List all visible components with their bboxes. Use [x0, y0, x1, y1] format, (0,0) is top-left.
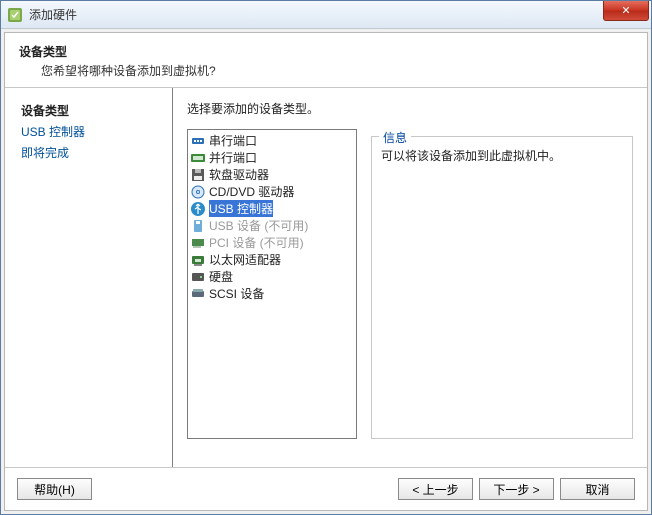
wizard-step-1[interactable]: USB 控制器: [21, 121, 164, 142]
floppy-drive-icon: [190, 167, 206, 183]
cd-dvd-drive-icon: [190, 184, 206, 200]
scsi-device-icon: [190, 286, 206, 302]
device-item-label: 以太网适配器: [209, 251, 281, 268]
next-button[interactable]: 下一步 >: [479, 478, 554, 500]
device-item-usb-controller[interactable]: USB 控制器: [188, 200, 356, 217]
device-item-pci-device: PCI 设备 (不可用): [188, 234, 356, 251]
cancel-button[interactable]: 取消: [560, 478, 635, 500]
device-item-scsi-device[interactable]: SCSI 设备: [188, 285, 356, 302]
device-item-parallel-port[interactable]: 并行端口: [188, 149, 356, 166]
device-item-cd-dvd-drive[interactable]: CD/DVD 驱动器: [188, 183, 356, 200]
app-icon: [7, 7, 23, 23]
parallel-port-icon: [190, 150, 206, 166]
ethernet-adapter-icon: [190, 252, 206, 268]
device-item-usb-device: USB 设备 (不可用): [188, 217, 356, 234]
device-item-ethernet-adapter[interactable]: 以太网适配器: [188, 251, 356, 268]
help-button[interactable]: 帮助(H): [17, 478, 92, 500]
device-item-label: SCSI 设备: [209, 285, 264, 302]
device-item-hard-disk[interactable]: 硬盘: [188, 268, 356, 285]
page-subheading: 您希望将哪种设备添加到虚拟机?: [41, 62, 633, 79]
wizard-steps-sidebar: 设备类型USB 控制器即将完成: [5, 88, 173, 467]
panels-row: 串行端口并行端口软盘驱动器CD/DVD 驱动器USB 控制器USB 设备 (不可…: [187, 129, 633, 457]
close-button[interactable]: ✕: [603, 1, 649, 21]
wizard-footer: 帮助(H) < 上一步 下一步 > 取消: [5, 467, 647, 510]
window-title: 添加硬件: [29, 6, 77, 23]
device-item-label: 串行端口: [209, 132, 257, 149]
device-item-floppy-drive[interactable]: 软盘驱动器: [188, 166, 356, 183]
pci-device-icon: [190, 235, 206, 251]
device-item-label: 硬盘: [209, 268, 233, 285]
back-button[interactable]: < 上一步: [398, 478, 473, 500]
device-item-label: USB 设备 (不可用): [209, 217, 308, 234]
wizard-header: 设备类型 您希望将哪种设备添加到虚拟机?: [5, 33, 647, 88]
device-item-label: PCI 设备 (不可用): [209, 234, 304, 251]
device-item-serial-port[interactable]: 串行端口: [188, 132, 356, 149]
instruction-text: 选择要添加的设备类型。: [187, 100, 633, 117]
device-item-label: 软盘驱动器: [209, 166, 269, 183]
device-item-label: 并行端口: [209, 149, 257, 166]
hard-disk-icon: [190, 269, 206, 285]
wizard-step-0: 设备类型: [21, 100, 164, 121]
close-icon: ✕: [621, 4, 630, 17]
device-type-list[interactable]: 串行端口并行端口软盘驱动器CD/DVD 驱动器USB 控制器USB 设备 (不可…: [187, 129, 357, 439]
add-hardware-wizard-window: 添加硬件 ✕ 设备类型 您希望将哪种设备添加到虚拟机? 设备类型USB 控制器即…: [0, 0, 652, 515]
wizard-main-panel: 选择要添加的设备类型。 串行端口并行端口软盘驱动器CD/DVD 驱动器USB 控…: [173, 88, 647, 467]
info-panel-legend: 信息: [379, 129, 411, 146]
content-area: 设备类型 您希望将哪种设备添加到虚拟机? 设备类型USB 控制器即将完成 选择要…: [4, 32, 648, 511]
page-heading: 设备类型: [19, 43, 633, 60]
device-item-label: USB 控制器: [209, 200, 273, 217]
wizard-body: 设备类型USB 控制器即将完成 选择要添加的设备类型。 串行端口并行端口软盘驱动…: [5, 88, 647, 467]
titlebar: 添加硬件 ✕: [1, 1, 651, 29]
info-panel-text: 可以将该设备添加到此虚拟机中。: [381, 147, 623, 164]
info-panel: 信息 可以将该设备添加到此虚拟机中。: [371, 129, 633, 439]
usb-controller-icon: [190, 201, 206, 217]
usb-device-icon: [190, 218, 206, 234]
device-item-label: CD/DVD 驱动器: [209, 183, 294, 200]
wizard-step-2[interactable]: 即将完成: [21, 142, 164, 163]
serial-port-icon: [190, 133, 206, 149]
info-panel-border: [371, 136, 633, 439]
